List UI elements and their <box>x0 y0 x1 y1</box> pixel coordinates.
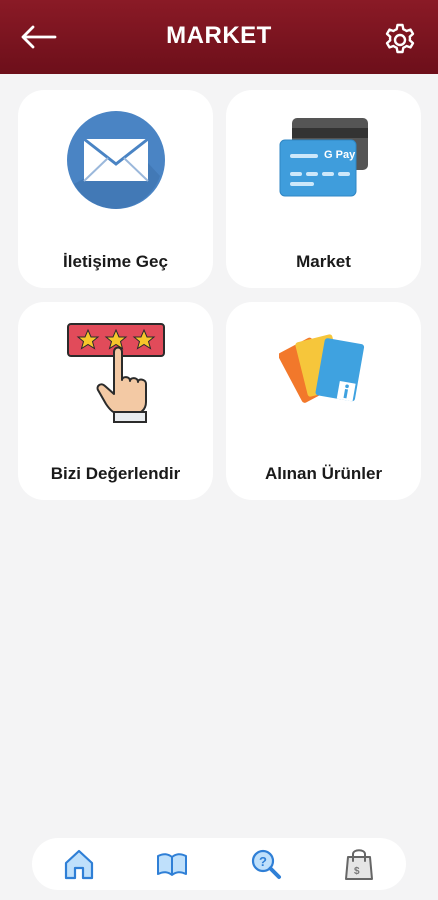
svg-text:$: $ <box>354 866 360 877</box>
nav-shopping[interactable]: $ <box>337 842 381 886</box>
nav-search-help[interactable]: ? <box>244 842 288 886</box>
market-card-label: Market <box>296 252 351 271</box>
app-header: MARKET <box>0 0 438 74</box>
nav-book[interactable] <box>150 842 194 886</box>
nav-home[interactable] <box>57 842 101 886</box>
bottom-navigation: ? $ <box>32 838 406 890</box>
rating-stars-icon <box>66 323 165 423</box>
book-icon <box>157 853 188 876</box>
rate-us-card-label: Bizi Değerlendir <box>50 464 181 483</box>
page-title: MARKET <box>166 22 272 49</box>
contact-card[interactable]: İletişime Geç <box>18 90 213 288</box>
market-card[interactable]: G Pay Market <box>226 90 421 288</box>
contact-card-label: İletişime Geç <box>63 252 168 271</box>
info-cards-icon <box>278 334 364 403</box>
search-help-icon: ? <box>251 849 281 879</box>
payment-cards-icon: G Pay <box>279 118 368 197</box>
back-button[interactable] <box>18 22 58 52</box>
svg-text:G Pay: G Pay <box>324 149 356 161</box>
back-arrow-icon <box>21 25 57 49</box>
home-icon <box>64 849 93 880</box>
purchased-items-card-label: Alınan Ürünler <box>264 464 383 483</box>
shopping-bag-icon: $ <box>345 849 374 880</box>
svg-text:?: ? <box>259 854 267 869</box>
gear-icon <box>385 23 415 54</box>
purchased-items-card[interactable]: Alınan Ürünler <box>226 302 421 500</box>
rate-us-card[interactable]: Bizi Değerlendir <box>18 302 213 500</box>
settings-button[interactable] <box>382 22 418 58</box>
envelope-icon <box>66 111 165 209</box>
